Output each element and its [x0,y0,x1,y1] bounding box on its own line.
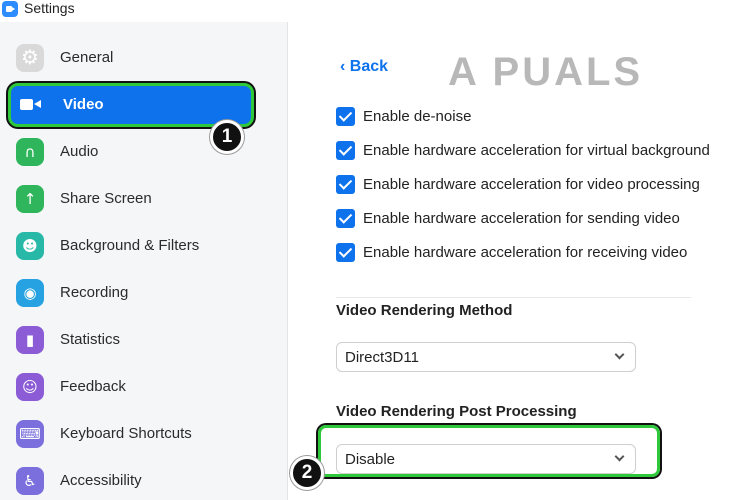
sidebar: General Video ∩ Audio ↑ Share Screen ☻ B… [0,22,288,500]
record-icon: ◉ [16,279,44,307]
checkbox-checked[interactable] [336,175,355,194]
background-icon: ☻ [16,232,44,260]
sidebar-item-label: Share Screen [60,190,152,207]
sidebar-item-feedback[interactable]: ☺ Feedback [8,365,254,409]
checkbox-label: Enable de-noise [363,108,472,125]
sidebar-item-recording[interactable]: ◉ Recording [8,271,254,315]
back-label: Back [349,58,389,75]
sidebar-item-statistics[interactable]: ▮ Statistics [8,318,254,362]
rendering-method-title: Video Rendering Method [336,302,513,319]
step-badge-1: 1 [210,120,244,154]
watermark: A PUALS [448,50,644,94]
checkbox-checked[interactable] [336,141,355,160]
checkbox-label: Enable hardware acceleration for sending… [363,210,680,227]
gear-icon [16,44,44,72]
sidebar-item-label: Accessibility [60,472,142,489]
sidebar-item-video[interactable]: Video [8,83,254,127]
rendering-method-value: Direct3D11 [345,349,419,366]
sidebar-item-label: Keyboard Shortcuts [60,425,192,442]
smiley-icon: ☺ [16,373,44,401]
sidebar-item-label: Feedback [60,378,126,395]
section-divider [336,297,691,298]
zoom-app-icon [2,1,18,17]
checkbox-checked[interactable] [336,243,355,262]
post-processing-select[interactable]: Disable [336,444,636,474]
video-camera-icon [16,91,44,119]
sidebar-item-background-filters[interactable]: ☻ Background & Filters [8,224,254,268]
accessibility-icon: ♿ [16,467,44,495]
chevron-down-icon [614,349,625,360]
checkbox-checked[interactable] [336,107,355,126]
post-processing-title: Video Rendering Post Processing [336,403,577,420]
rendering-method-select[interactable]: Direct3D11 [336,342,636,372]
sidebar-item-label: Recording [60,284,129,301]
checkbox-label: Enable hardware acceleration for video p… [363,176,700,193]
title-bar: Settings [0,0,744,22]
sidebar-item-share-screen[interactable]: ↑ Share Screen [8,177,254,221]
checkbox-label: Enable hardware acceleration for virtual… [363,142,710,159]
step-badge-2: 2 [290,456,324,490]
sidebar-item-keyboard-shortcuts[interactable]: ⌨ Keyboard Shortcuts [8,412,254,456]
post-processing-value: Disable [345,451,396,468]
sidebar-item-general[interactable]: General [8,36,254,80]
bar-chart-icon: ▮ [16,326,44,354]
sidebar-item-label: General [60,49,114,66]
window-title: Settings [24,0,75,16]
sidebar-item-label: Audio [60,143,99,160]
headphones-icon: ∩ [16,138,44,166]
sidebar-item-label: Video [63,96,104,113]
checkbox-label: Enable hardware acceleration for receivi… [363,244,688,261]
share-screen-icon: ↑ [16,185,44,213]
chevron-left-icon: ‹ [340,58,350,75]
checkbox-checked[interactable] [336,209,355,228]
sidebar-item-label: Background & Filters [60,237,200,254]
sidebar-item-accessibility[interactable]: ♿ Accessibility [8,459,254,500]
chevron-down-icon [614,451,625,462]
keyboard-icon: ⌨ [16,420,44,448]
back-link[interactable]: ‹ Back [340,58,388,76]
sidebar-item-label: Statistics [60,331,121,348]
